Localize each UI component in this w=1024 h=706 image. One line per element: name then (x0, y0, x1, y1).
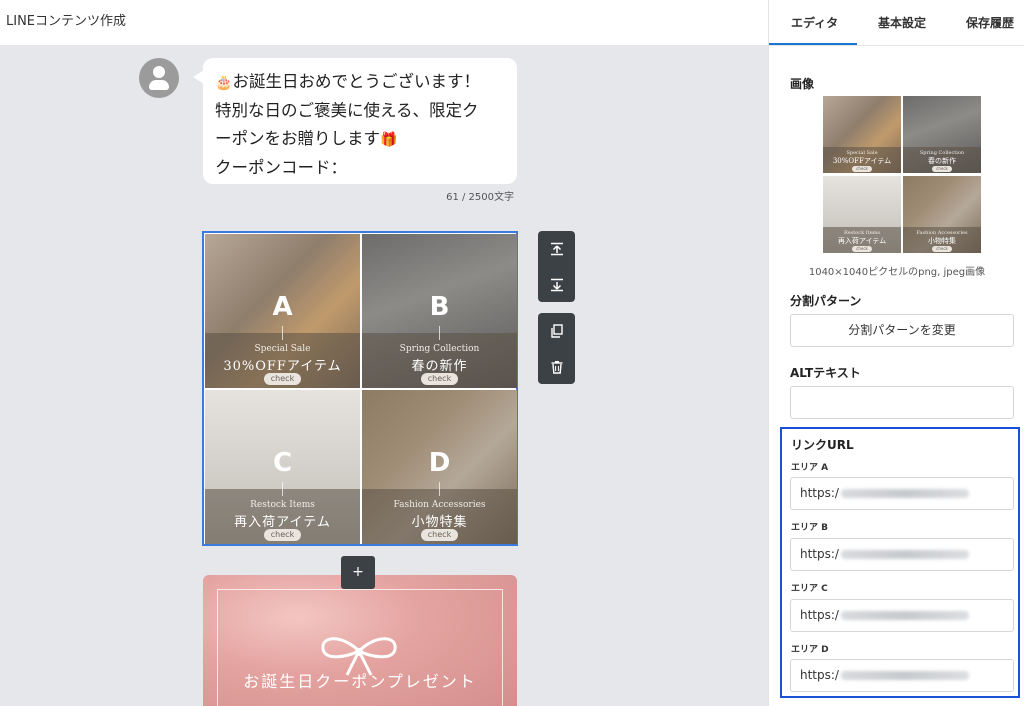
thumbnail-check: check (852, 166, 872, 172)
change-split-pattern-button[interactable]: 分割パターンを変更 (790, 314, 1014, 347)
avatar (139, 58, 179, 98)
split-pattern-label: 分割パターン (790, 294, 862, 308)
message-line-1: 🎂お誕生日おめでとうございます！ (215, 68, 505, 97)
area-subtitle: Spring Collection (399, 344, 480, 354)
redacted-url (840, 611, 969, 620)
active-tab-indicator (769, 43, 857, 45)
message-bubble[interactable]: 🎂お誕生日おめでとうございます！ 特別な日のご褒美に使える、限定ク ーポンをお贈… (193, 58, 517, 184)
imagemap-preview[interactable]: A Special Sale 30%OFFアイテム check B Spring… (202, 231, 518, 546)
avatar-body (149, 80, 169, 90)
add-block-button[interactable]: + (341, 556, 375, 589)
tab-save-history[interactable]: 保存履歴 (966, 14, 1014, 31)
image-thumbnail[interactable]: Special Sale 30%OFFアイテム check Spring Col… (823, 96, 981, 253)
move-toolbar (538, 231, 575, 302)
divider (282, 326, 283, 340)
thumbnail-cell-d: Fashion Accessories 小物特集 check (903, 176, 981, 253)
area-title: 30%OFFアイテム (223, 359, 342, 374)
redacted-url (840, 550, 969, 559)
thumbnail-check: check (932, 246, 952, 252)
character-counter: 61 / 2500文字 (446, 192, 514, 203)
preview-canvas: 🎂お誕生日おめでとうございます！ 特別な日のご褒美に使える、限定ク ーポンをお贈… (0, 46, 768, 706)
area-c-url-input[interactable]: https:/ (790, 599, 1014, 632)
check-badge: check (421, 373, 458, 385)
copy-icon (550, 323, 563, 338)
copy-button[interactable] (538, 313, 575, 348)
area-b-url-input[interactable]: https:/ (790, 538, 1014, 571)
area-d-url-input[interactable]: https:/ (790, 659, 1014, 692)
thumbnail-title: 再入荷アイテム (837, 237, 887, 245)
area-letter: B (429, 292, 450, 322)
redacted-url (840, 489, 969, 498)
area-subtitle: Restock Items (250, 500, 315, 510)
imagemap-area-a[interactable]: A Special Sale 30%OFFアイテム check (205, 234, 360, 388)
link-url-section: リンクURL エリア A https:/ エリア B https:/ エリア C… (780, 427, 1020, 698)
area-title: 小物特集 (411, 515, 468, 530)
message-text-1: お誕生日おめでとうございます！ (232, 72, 480, 91)
url-prefix: https:/ (800, 608, 839, 622)
message-line-2: 特別な日のご褒美に使える、限定ク (215, 101, 479, 120)
move-up-icon (550, 242, 563, 255)
message-line-3: ーポンをお贈りします🎁 (215, 125, 505, 154)
area-title: 春の新作 (411, 359, 468, 374)
edit-toolbar (538, 313, 575, 384)
area-subtitle: Special Sale (254, 344, 311, 354)
area-letter: D (428, 448, 451, 478)
coupon-banner[interactable]: お誕生日クーポンプレゼント (203, 575, 517, 706)
cake-emoji: 🎂 (215, 75, 233, 91)
url-prefix: https:/ (800, 547, 839, 561)
area-letter: A (272, 292, 293, 322)
divider (282, 482, 283, 496)
link-url-label: リンクURL (791, 438, 854, 452)
divider (439, 326, 440, 340)
avatar-head (153, 66, 165, 78)
thumbnail-title: 小物特集 (928, 237, 956, 245)
panel-tabs: エディタ 基本設定 保存履歴 (769, 0, 1024, 46)
area-c-label: エリア C (791, 584, 828, 594)
area-a-label: エリア A (791, 463, 829, 473)
app-title: LINEコンテンツ作成 (6, 14, 127, 29)
trash-icon (551, 360, 562, 374)
thumbnail-title: 30%OFFアイテム (832, 157, 892, 165)
app-header: LINEコンテンツ作成 (0, 0, 768, 46)
imagemap-area-d[interactable]: D Fashion Accessories 小物特集 check (362, 390, 517, 544)
image-caption: 1040×1040ピクセルのpng, jpeg画像 (808, 267, 986, 278)
thumbnail-cell-b: Spring Collection 春の新作 check (903, 96, 981, 173)
move-down-button[interactable] (538, 267, 575, 302)
tab-editor[interactable]: エディタ (791, 14, 838, 31)
redacted-url (840, 671, 969, 680)
area-a-url-input[interactable]: https:/ (790, 477, 1014, 510)
delete-button[interactable] (538, 349, 575, 384)
imagemap-area-b[interactable]: B Spring Collection 春の新作 check (362, 234, 517, 388)
move-down-icon (550, 278, 563, 291)
check-badge: check (264, 529, 301, 541)
area-letter: C (272, 448, 293, 478)
alt-text-input[interactable] (790, 386, 1014, 419)
move-up-button[interactable] (538, 231, 575, 266)
area-b-label: エリア B (791, 523, 828, 533)
thumbnail-check: check (852, 246, 872, 252)
thumbnail-title: 春の新作 (928, 157, 956, 165)
url-prefix: https:/ (800, 486, 839, 500)
thumbnail-check: check (932, 166, 952, 172)
editor-panel: エディタ 基本設定 保存履歴 画像 Special Sale 30%OFFアイテ… (768, 0, 1024, 706)
area-d-label: エリア D (791, 645, 829, 655)
divider (439, 482, 440, 496)
area-subtitle: Fashion Accessories (393, 500, 486, 510)
message-line-4: クーポンコード： (215, 158, 347, 177)
banner-title: お誕生日クーポンプレゼント (243, 672, 477, 691)
alt-text-label: ALTテキスト (790, 366, 861, 380)
check-badge: check (421, 529, 458, 541)
image-section-label: 画像 (790, 77, 815, 91)
tab-basic-settings[interactable]: 基本設定 (878, 14, 926, 31)
gift-emoji: 🎁 (380, 132, 398, 148)
imagemap-area-c[interactable]: C Restock Items 再入荷アイテム check (205, 390, 360, 544)
thumbnail-cell-a: Special Sale 30%OFFアイテム check (823, 96, 901, 173)
message-text-3: ーポンをお贈りします (215, 129, 380, 148)
area-title: 再入荷アイテム (234, 515, 331, 530)
check-badge: check (264, 373, 301, 385)
thumbnail-cell-c: Restock Items 再入荷アイテム check (823, 176, 901, 253)
url-prefix: https:/ (800, 668, 839, 682)
